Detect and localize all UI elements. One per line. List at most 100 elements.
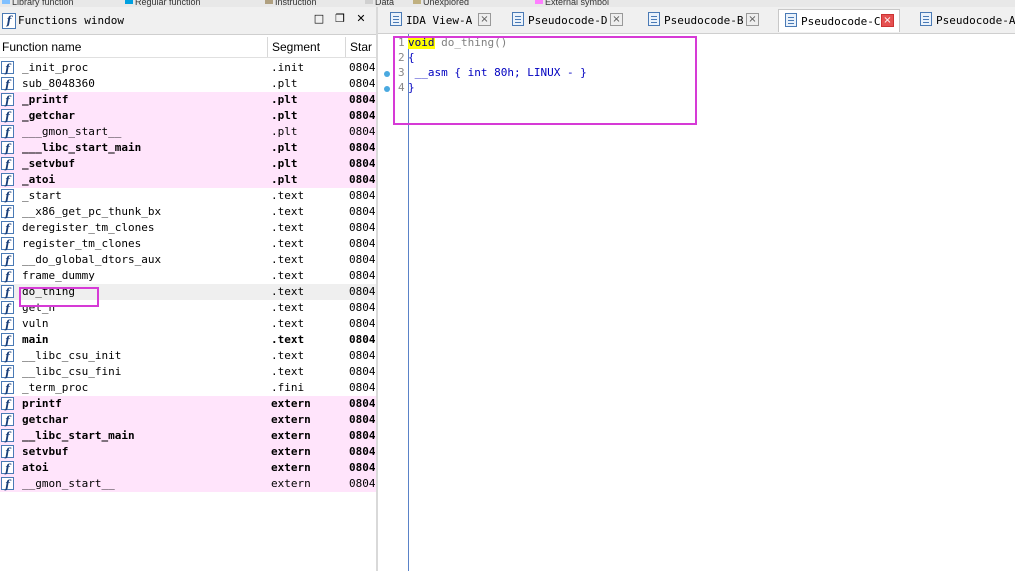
function-start: 0804 (349, 253, 375, 266)
function-segment: .init (271, 61, 305, 74)
function-start: 0804 (349, 429, 375, 442)
function-segment: .text (271, 285, 305, 298)
function-icon: f (1, 285, 14, 299)
legend-label: Regular function (135, 0, 201, 7)
function-row[interactable]: f _getchar .plt 0804 (0, 108, 376, 124)
function-segment: .plt (271, 157, 298, 170)
close-tab-icon[interactable]: × (746, 13, 759, 26)
legend-swatch (413, 0, 421, 4)
functions-window-title: Functions window (18, 14, 124, 27)
column-separator[interactable] (345, 37, 346, 57)
function-segment: .plt (271, 125, 298, 138)
function-row[interactable]: f _printf .plt 0804 (0, 92, 376, 108)
function-row[interactable]: f atoi extern 0804 (0, 460, 376, 476)
function-icon: f (1, 173, 14, 187)
function-row[interactable]: f printf extern 0804 (0, 396, 376, 412)
function-name: getchar (22, 413, 69, 426)
column-start[interactable]: Star (350, 40, 372, 54)
function-icon: f (1, 269, 14, 283)
function-start: 0804 (349, 381, 375, 394)
function-name: setvbuf (22, 445, 69, 458)
function-segment: .text (271, 237, 305, 250)
tab-label: Pseudocode-B (664, 14, 744, 27)
column-segment[interactable]: Segment (272, 40, 320, 54)
function-icon: f (1, 157, 14, 171)
function-start: 0804 (349, 285, 375, 298)
pseudocode-pane[interactable]: 1 void do_thing() 2{3 __asm { int 80h; LIN… (378, 34, 1015, 571)
function-start: 0804 (349, 333, 375, 346)
tab-pseudocode-a[interactable]: Pseudocode-A (914, 9, 1015, 31)
function-row[interactable]: f frame_dummy .text 0804 (0, 268, 376, 284)
function-row[interactable]: f _start .text 0804 (0, 188, 376, 204)
tab-ida-view-a[interactable]: IDA View-A × (384, 9, 496, 31)
legend-swatch (265, 0, 273, 4)
breakpoint-marker-icon[interactable] (384, 71, 390, 77)
functions-window: f Functions window □ ❐ ✕ Function name S… (0, 7, 376, 571)
function-row[interactable]: f _init_proc .init 0804 (0, 60, 376, 76)
function-start: 0804 (349, 125, 375, 138)
close-tab-icon[interactable]: × (478, 13, 491, 26)
function-row[interactable]: f ___libc_start_main .plt 0804 (0, 140, 376, 156)
function-icon: f (1, 429, 14, 443)
function-start: 0804 (349, 461, 375, 474)
functions-list: f _init_proc .init 0804 f sub_8048360 .plt 0804… (0, 60, 376, 492)
breakpoint-marker-icon[interactable] (384, 86, 390, 92)
float-window-icon[interactable]: □ (312, 12, 326, 26)
legend-strip: Library function Regular function Instruct… (0, 0, 1015, 7)
function-start: 0804 (349, 477, 375, 490)
function-name: vuln (22, 317, 49, 330)
function-row[interactable]: f __gmon_start__ extern 0804 (0, 476, 376, 492)
function-icon: f (1, 221, 14, 235)
function-name: deregister_tm_clones (22, 221, 155, 234)
function-row[interactable]: f main .text 0804 (0, 332, 376, 348)
function-segment: .text (271, 221, 305, 234)
function-row[interactable]: f getchar extern 0804 (0, 412, 376, 428)
function-row[interactable]: f vuln .text 0804 (0, 316, 376, 332)
function-icon: f (1, 205, 14, 219)
function-row[interactable]: f deregister_tm_clones .text 0804 (0, 220, 376, 236)
function-name: _printf (22, 93, 69, 106)
function-name: ___libc_start_main (22, 141, 142, 154)
function-segment: extern (271, 397, 311, 410)
function-icon: f (1, 365, 14, 379)
function-segment: .text (271, 333, 305, 346)
function-row[interactable]: f setvbuf extern 0804 (0, 444, 376, 460)
function-icon: f (1, 477, 14, 491)
function-segment: .text (271, 365, 305, 378)
pseudocode-icon (920, 12, 932, 26)
tab-pseudocode-c[interactable]: Pseudocode-C × (778, 9, 900, 32)
close-icon[interactable]: ✕ (354, 12, 368, 26)
function-row[interactable]: f ___gmon_start__ .plt 0804 (0, 124, 376, 140)
legend-item: Regular function (125, 0, 201, 7)
function-name: __gmon_start__ (22, 477, 115, 490)
column-function-name[interactable]: Function name (2, 40, 81, 54)
function-icon: f (1, 349, 14, 363)
function-segment: extern (271, 445, 311, 458)
function-row[interactable]: f __libc_csu_init .text 0804 (0, 348, 376, 364)
function-segment: .plt (271, 109, 298, 122)
function-icon: f (2, 13, 16, 29)
function-row[interactable]: f __libc_csu_fini .text 0804 (0, 364, 376, 380)
function-row[interactable]: f sub_8048360 .plt 0804 (0, 76, 376, 92)
tab-pseudocode-b[interactable]: Pseudocode-B × (642, 9, 764, 31)
function-row[interactable]: f _setvbuf .plt 0804 (0, 156, 376, 172)
function-row[interactable]: f _atoi .plt 0804 (0, 172, 376, 188)
function-row[interactable]: f __do_global_dtors_aux .text 0804 (0, 252, 376, 268)
function-row[interactable]: f register_tm_clones .text 0804 (0, 236, 376, 252)
column-separator[interactable] (267, 37, 268, 57)
tab-pseudocode-d[interactable]: Pseudocode-D × (506, 9, 628, 31)
restore-window-icon[interactable]: ❐ (333, 12, 347, 26)
function-row[interactable]: f _term_proc .fini 0804 (0, 380, 376, 396)
function-row[interactable]: f __x86_get_pc_thunk_bx .text 0804 (0, 204, 376, 220)
function-icon: f (1, 93, 14, 107)
function-icon: f (1, 237, 14, 251)
legend-label: Data (375, 0, 395, 7)
function-segment: .text (271, 349, 305, 362)
close-tab-icon[interactable]: × (881, 14, 894, 27)
function-start: 0804 (349, 221, 375, 234)
function-icon: f (1, 461, 14, 475)
tab-bar: IDA View-A × Pseudocode-D × Pseudocode-B × Pse… (378, 7, 1015, 34)
function-row[interactable]: f __libc_start_main extern 0804 (0, 428, 376, 444)
close-tab-icon[interactable]: × (610, 13, 623, 26)
tab-label: IDA View-A (406, 14, 473, 27)
